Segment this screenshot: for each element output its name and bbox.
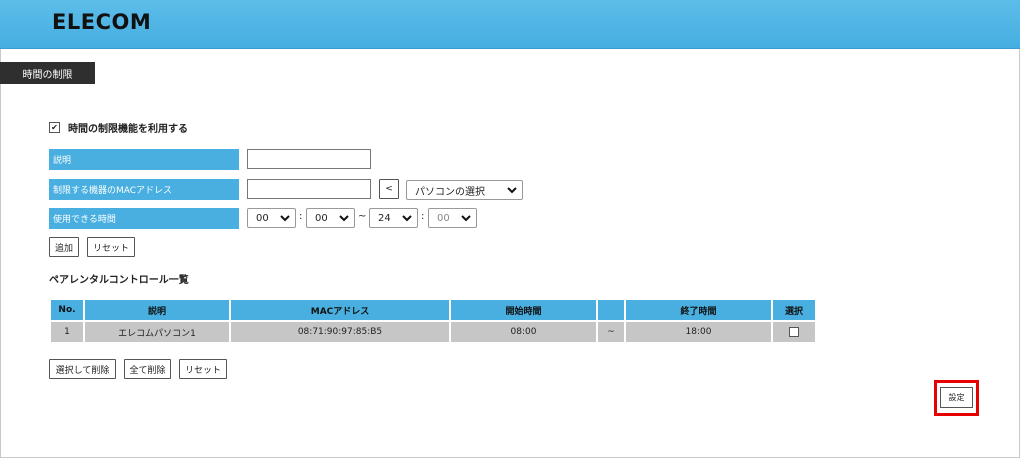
col-start-time: 開始時間 xyxy=(451,300,596,320)
chevron-down-icon xyxy=(339,215,349,222)
row-description: エレコムパソコン1 xyxy=(85,322,229,342)
col-select: 選択 xyxy=(773,300,815,320)
col-no: No. xyxy=(51,300,83,320)
row-start-time: 08:00 xyxy=(451,322,596,342)
enable-row: ✔ 時間の制限機能を利用する xyxy=(49,120,188,135)
start-minute-select[interactable]: 00 xyxy=(306,208,355,228)
chevron-down-icon xyxy=(280,215,290,222)
col-separator xyxy=(598,300,624,320)
enable-checkbox[interactable]: ✔ xyxy=(49,122,60,133)
chevron-down-icon xyxy=(402,215,412,222)
row-select-checkbox[interactable] xyxy=(789,326,799,337)
pc-select-value: パソコンの選択 xyxy=(415,186,485,198)
list-title: ペアレンタルコントロール一覧 xyxy=(49,275,189,286)
row-end-time: 18:00 xyxy=(626,322,771,342)
col-mac: MACアドレス xyxy=(231,300,449,320)
row-select-cell xyxy=(773,322,815,342)
parental-control-table: No. 説明 MACアドレス 開始時間 終了時間 選択 1 エレコムパソコン1 … xyxy=(49,298,817,344)
row-no: 1 xyxy=(51,322,83,342)
start-minute-value: 00 xyxy=(315,212,328,224)
col-description: 説明 xyxy=(85,300,229,320)
save-button[interactable]: 設定 xyxy=(940,387,973,408)
colon-separator: : xyxy=(421,211,425,222)
add-button[interactable]: 追加 xyxy=(49,237,79,257)
delete-selected-button[interactable]: 選択して削除 xyxy=(49,359,116,379)
elecom-logo: ELECOM xyxy=(52,10,152,34)
end-hour-value: 24 xyxy=(378,212,391,224)
mac-input[interactable] xyxy=(247,179,371,199)
table-row: 1 エレコムパソコン1 08:71:90:97:85:B5 08:00 ~ 18… xyxy=(51,322,815,342)
form-reset-button[interactable]: リセット xyxy=(87,237,135,257)
colon-separator: : xyxy=(299,211,303,222)
start-hour-value: 00 xyxy=(256,212,269,224)
tilde-separator: ~ xyxy=(358,211,367,222)
delete-all-button[interactable]: 全て削除 xyxy=(124,359,171,379)
col-end-time: 終了時間 xyxy=(626,300,771,320)
description-label: 説明 xyxy=(49,149,239,170)
pc-select[interactable]: パソコンの選択 xyxy=(406,180,523,200)
header-bar: ELECOM xyxy=(0,0,1020,49)
page-frame xyxy=(0,0,1020,458)
description-input[interactable] xyxy=(247,149,371,169)
tab-time-limit[interactable]: 時間の制限 xyxy=(0,62,95,84)
end-minute-value: 00 xyxy=(437,212,450,224)
enable-label: 時間の制限機能を利用する xyxy=(68,124,188,135)
mac-fill-button[interactable]: < xyxy=(379,179,399,199)
table-header-row: No. 説明 MACアドレス 開始時間 終了時間 選択 xyxy=(51,300,815,320)
mac-label: 制限する機器のMACアドレス xyxy=(49,179,239,200)
start-hour-select[interactable]: 00 xyxy=(247,208,296,228)
end-hour-select[interactable]: 24 xyxy=(369,208,418,228)
end-minute-select[interactable]: 00 xyxy=(428,208,477,228)
row-mac: 08:71:90:97:85:B5 xyxy=(231,322,449,342)
list-reset-button[interactable]: リセット xyxy=(179,359,227,379)
time-label: 使用できる時間 xyxy=(49,208,239,229)
chevron-down-icon xyxy=(507,187,517,194)
chevron-down-icon xyxy=(461,215,471,222)
row-separator: ~ xyxy=(598,322,624,342)
